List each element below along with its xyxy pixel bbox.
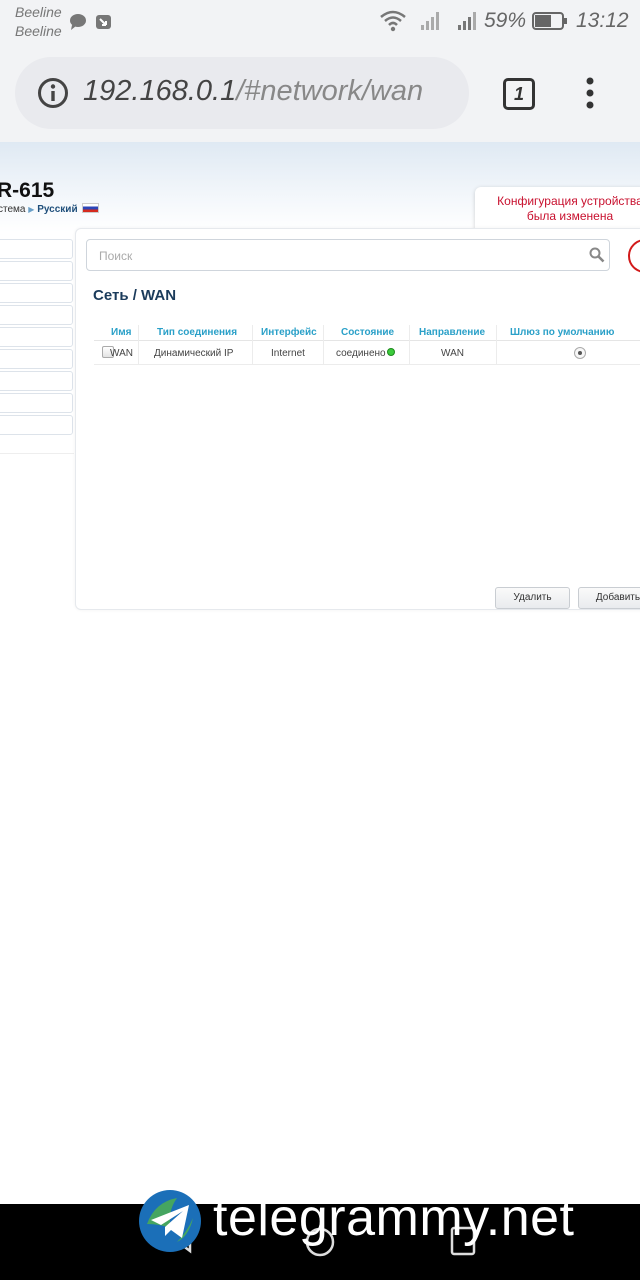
status-circle-button[interactable] (628, 239, 640, 273)
column-divider (496, 341, 497, 365)
tab-switcher-button[interactable]: 1 (503, 78, 535, 110)
sidebar-item[interactable] (0, 305, 73, 325)
add-button[interactable]: Добавить (578, 587, 640, 609)
default-gateway-radio[interactable] (574, 347, 586, 359)
column-divider (252, 341, 253, 365)
col-connection-type[interactable]: Тип соединения (157, 327, 237, 338)
url-path: /#network/wan (236, 75, 424, 107)
sidebar-item[interactable] (0, 415, 73, 435)
more-menu-icon[interactable] (583, 77, 597, 114)
wifi-icon (380, 10, 406, 37)
russian-flag-icon (82, 203, 100, 213)
cell-state: соединено (336, 348, 395, 359)
clock: 13:12 (576, 9, 629, 32)
search-input[interactable]: Поиск (86, 239, 610, 271)
battery-icon (532, 12, 568, 35)
delete-button[interactable]: Удалить (495, 587, 570, 609)
cell-direction: WAN (441, 348, 464, 359)
col-interface[interactable]: Интерфейс (261, 327, 317, 338)
col-state[interactable]: Состояние (341, 327, 394, 338)
config-changed-notice[interactable]: Конфигурация устройства была изменена (475, 187, 640, 233)
sidebar-item[interactable] (0, 261, 73, 281)
column-divider (252, 325, 253, 341)
column-divider (323, 341, 324, 365)
header-links: стема ▶ Русский (0, 203, 100, 215)
column-divider (323, 325, 324, 341)
url-host: 192.168.0.1 (83, 75, 237, 107)
signal-icon (457, 11, 481, 36)
cell-interface: Internet (271, 348, 305, 359)
col-direction[interactable]: Направление (419, 327, 485, 338)
wan-table: Имя Тип соединения Интерфейс Состояние Н… (94, 323, 640, 365)
cell-connection-type: Динамический IP (154, 348, 234, 359)
language-link[interactable]: Русский (37, 204, 77, 215)
system-link[interactable]: стема (0, 204, 25, 215)
watermark-text: telegrammy.net (213, 1189, 575, 1247)
carrier-2: Beeline (15, 23, 62, 39)
page-title: Сеть / WAN (93, 287, 177, 304)
address-bar[interactable]: 192.168.0.1/#network/wan (15, 57, 469, 129)
search-placeholder: Поиск (99, 249, 133, 263)
missed-call-icon (95, 12, 115, 37)
message-icon (68, 12, 88, 37)
sidebar-divider (0, 453, 74, 454)
arrow-right-icon: ▶ (28, 205, 35, 214)
main-panel: Поиск Сеть / WAN Имя Тип соединения Инте… (75, 228, 640, 610)
col-default-gateway[interactable]: Шлюз по умолчанию (510, 327, 614, 338)
telegram-logo-icon (137, 1188, 203, 1259)
sidebar-item[interactable] (0, 393, 73, 413)
info-icon[interactable] (37, 77, 69, 114)
table-header: Имя Тип соединения Интерфейс Состояние Н… (94, 323, 640, 341)
url-text[interactable]: 192.168.0.1/#network/wan (83, 75, 423, 108)
router-model: R-615 (0, 179, 55, 202)
sidebar-item[interactable] (0, 349, 73, 369)
search-icon[interactable] (589, 247, 605, 268)
sidebar-item[interactable] (0, 371, 73, 391)
battery-percent: 59% (484, 9, 527, 32)
cell-name: WAN (110, 348, 133, 359)
column-divider (409, 325, 410, 341)
connected-status-icon (386, 348, 395, 356)
column-divider (496, 325, 497, 341)
router-web-page: R-615 стема ▶ Русский Конфигурация устро… (0, 142, 640, 1204)
sidebar-menu (0, 239, 73, 453)
signal-icon (420, 11, 442, 36)
notice-line-1: Конфигурация устройства (497, 194, 640, 208)
notice-line-2: была изменена (526, 209, 614, 223)
state-text: соединено (336, 348, 386, 359)
sidebar-item[interactable] (0, 239, 73, 259)
carrier-1: Beeline (15, 4, 62, 20)
column-divider (138, 325, 139, 341)
column-divider (138, 341, 139, 365)
table-row[interactable]: WAN Динамический IP Internet соединено W… (94, 341, 640, 365)
sidebar-item[interactable] (0, 327, 73, 347)
browser-toolbar: 192.168.0.1/#network/wan 1 (0, 44, 640, 142)
status-bar: Beeline Beeline 59% 13:12 (0, 0, 640, 44)
sidebar-item[interactable] (0, 283, 73, 303)
col-name[interactable]: Имя (111, 327, 131, 338)
column-divider (409, 341, 410, 365)
